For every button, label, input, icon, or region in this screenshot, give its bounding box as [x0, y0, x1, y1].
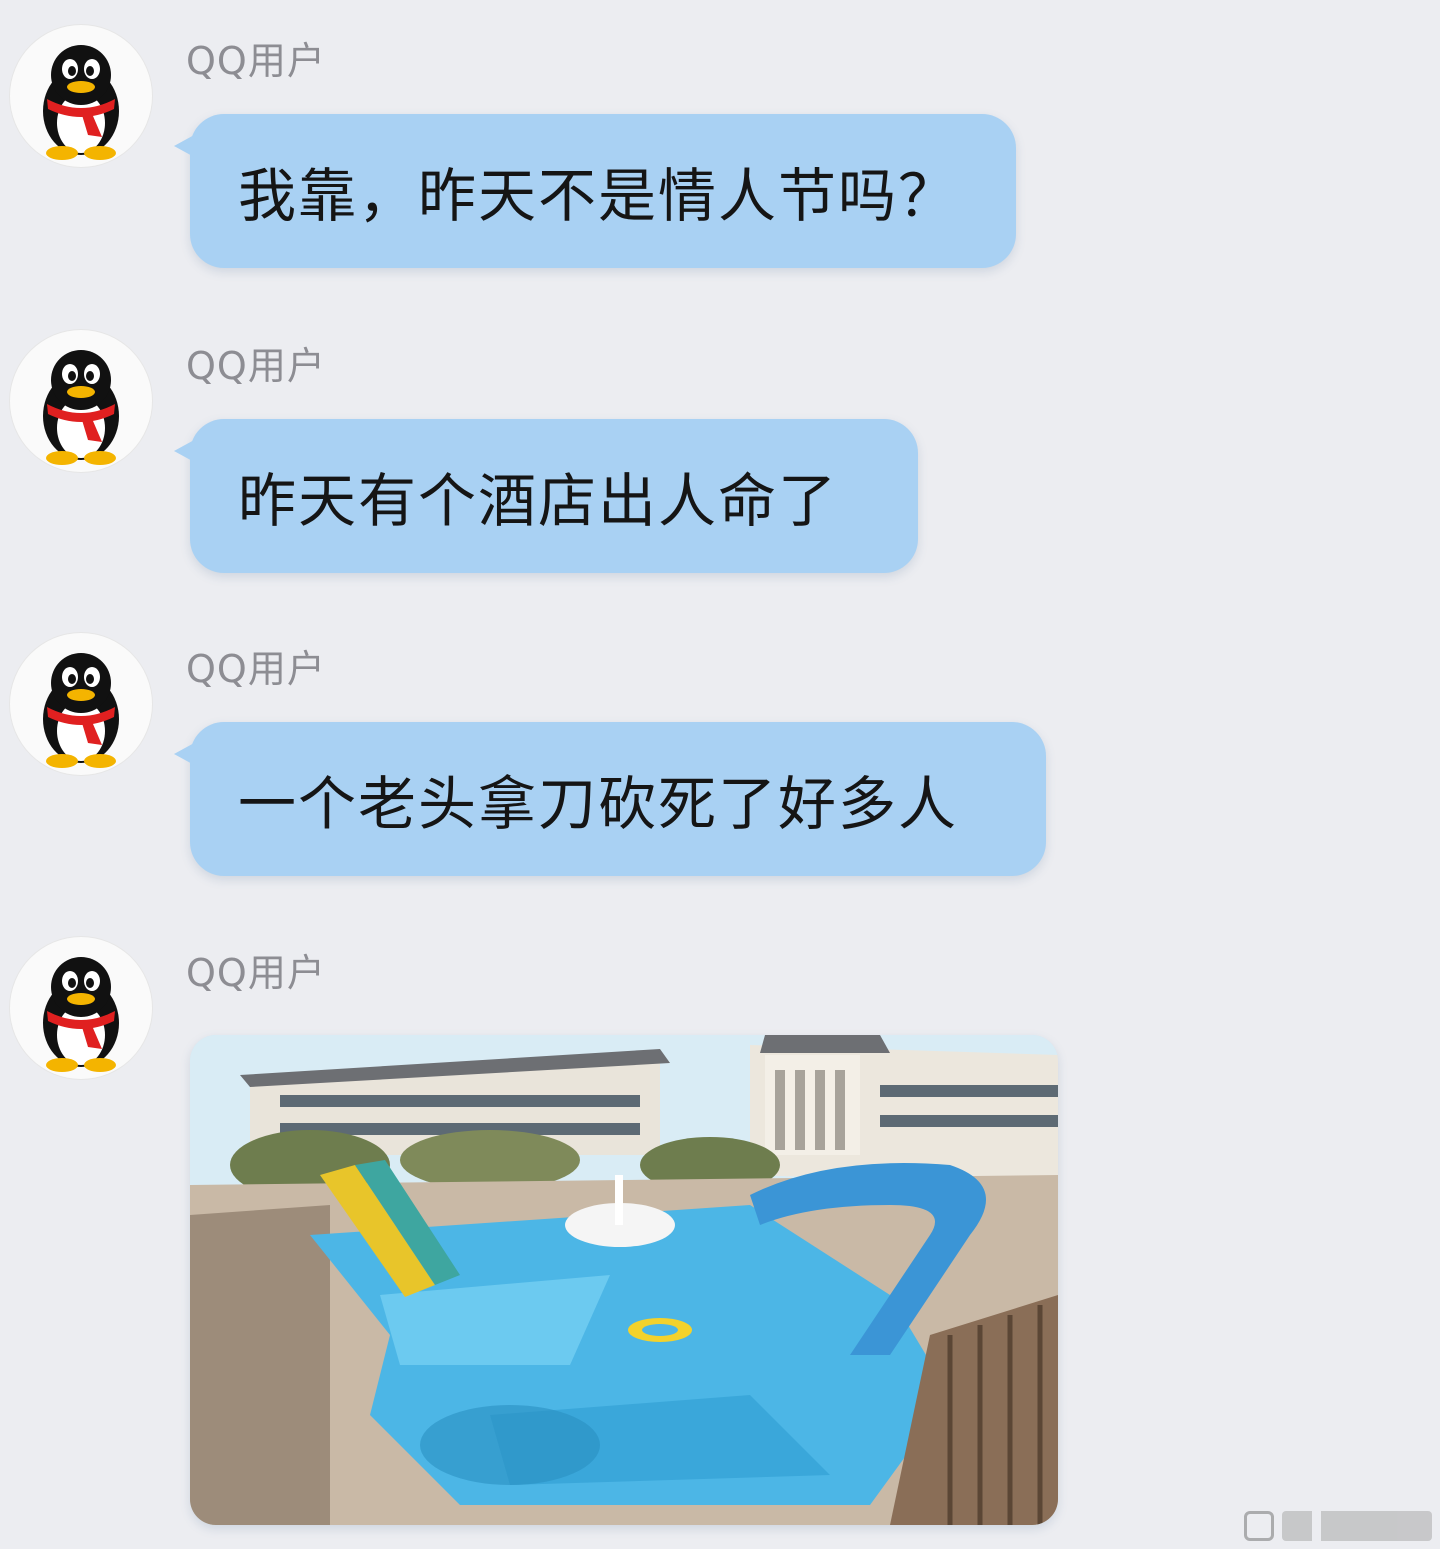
hotel-pool-image [190, 1035, 1058, 1525]
avatar[interactable] [10, 937, 152, 1079]
sender-name: QQ用户 [186, 344, 326, 388]
qq-penguin-icon [43, 653, 119, 768]
video-platform-watermark-icon [1244, 1507, 1432, 1545]
message-text: 一个老头拿刀砍死了好多人 [238, 770, 959, 838]
message-bubble[interactable]: 我靠，昨天不是情人节吗？ [174, 114, 1016, 268]
chat-history: QQ用户 我靠，昨天不是情人节吗？ QQ用户 昨天有个酒店出人命了 QQ用户 一… [0, 0, 1440, 1549]
sender-name: QQ用户 [186, 647, 326, 691]
avatar[interactable] [10, 330, 152, 472]
avatar[interactable] [10, 25, 152, 167]
qq-penguin-icon [43, 350, 119, 465]
message-bubble[interactable]: 一个老头拿刀砍死了好多人 [174, 722, 1046, 876]
message-bubble[interactable]: 昨天有个酒店出人命了 [174, 419, 918, 573]
sender-name: QQ用户 [186, 951, 326, 995]
message-text: 我靠，昨天不是情人节吗？ [238, 162, 959, 230]
sender-name: QQ用户 [186, 39, 326, 83]
avatar[interactable] [10, 633, 152, 775]
image-message[interactable] [190, 1035, 1058, 1525]
message-text: 昨天有个酒店出人命了 [238, 467, 839, 535]
qq-penguin-icon [43, 45, 119, 160]
qq-penguin-icon [43, 957, 119, 1072]
